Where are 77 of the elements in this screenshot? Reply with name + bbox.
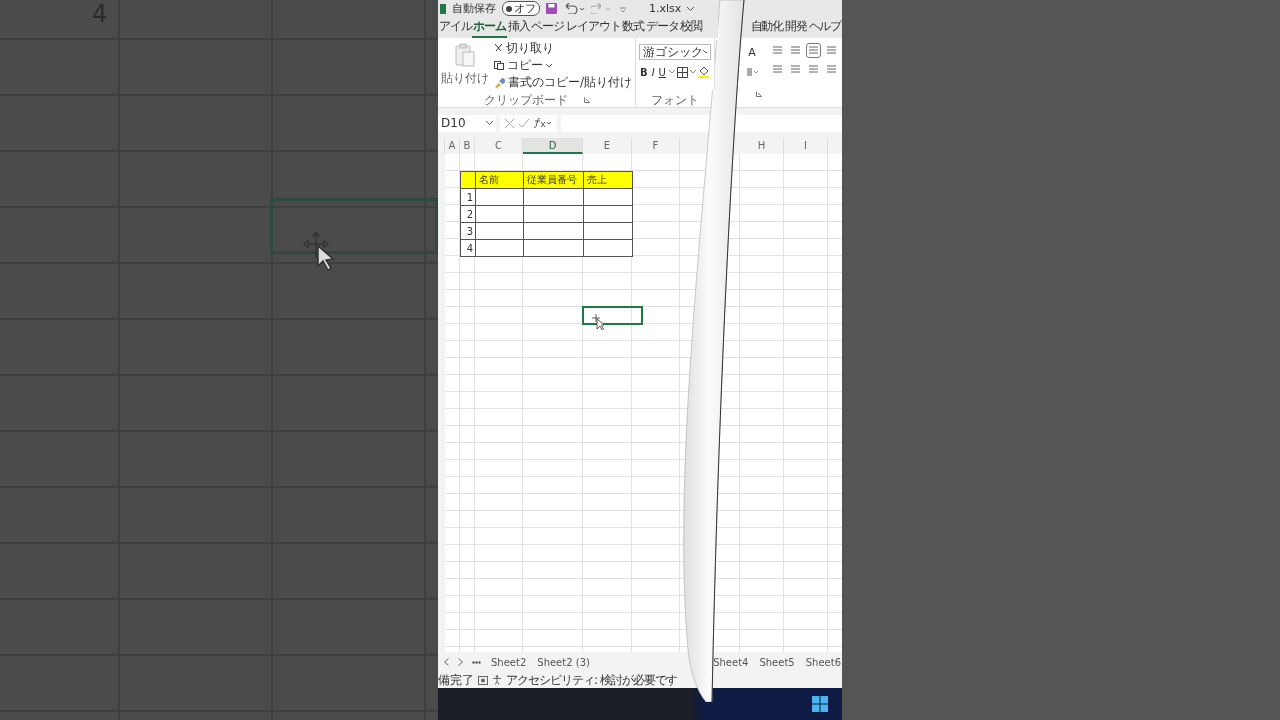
ribbon-tab[interactable]: データ <box>645 17 680 38</box>
dialog-launcher-icon[interactable] <box>583 97 590 103</box>
check-icon[interactable] <box>519 118 529 128</box>
ribbon-tab[interactable]: 校閲 <box>679 17 704 38</box>
macro-record-icon[interactable] <box>478 675 488 685</box>
group-label: フォント <box>651 91 699 109</box>
redo-icon[interactable] <box>591 3 613 14</box>
paste-button[interactable]: 貼り付け <box>441 70 489 87</box>
table-cell: 名前 <box>475 171 524 189</box>
cut-button[interactable]: 切り取り <box>506 40 554 57</box>
file-name[interactable]: 1.xlsx <box>649 2 682 15</box>
copy-icon[interactable] <box>494 61 504 70</box>
sheet-tab[interactable]: Sheet4 <box>712 654 750 670</box>
dialog-launcher-icon[interactable] <box>756 91 762 97</box>
copy-button[interactable]: コピー <box>507 57 543 74</box>
bold-button[interactable]: B <box>639 66 649 78</box>
ribbon-tab[interactable]: 自動化 <box>749 17 784 38</box>
italic-button[interactable]: I <box>650 66 656 78</box>
previous-sheet-icon[interactable] <box>444 658 449 666</box>
caret-icon[interactable] <box>689 70 696 74</box>
fill-color-icon[interactable] <box>697 66 709 78</box>
increase-font-button[interactable]: A <box>748 46 756 59</box>
cursor-icon <box>592 314 604 330</box>
cancel-icon[interactable] <box>505 118 514 128</box>
align-icon[interactable] <box>789 44 802 57</box>
next-sheet-icon[interactable] <box>458 658 463 666</box>
accessibility-icon[interactable] <box>492 675 502 685</box>
scissors-icon[interactable] <box>494 44 503 53</box>
selected-cell-outline[interactable] <box>582 306 643 325</box>
table-cell: 従業員番号 <box>523 171 584 189</box>
accessibility-status[interactable]: アクセシビリティ: 検討が必要です <box>506 671 677 689</box>
table-cell: 売上 <box>583 171 633 189</box>
align-icon[interactable] <box>789 63 802 76</box>
page-curl-drawing <box>715 40 743 90</box>
customize-icon[interactable] <box>619 4 627 13</box>
app-logo-icon <box>440 3 446 14</box>
caret-icon[interactable] <box>668 70 675 74</box>
group-label: クリップボード <box>483 91 568 109</box>
align-icon[interactable] <box>771 44 784 57</box>
page-curl-drawing <box>706 90 741 130</box>
format-painter-button[interactable]: 書式のコピー/貼り付け <box>508 74 633 91</box>
align-icon[interactable] <box>825 63 838 76</box>
underline-button[interactable]: U <box>657 66 667 78</box>
align-icon[interactable] <box>771 63 784 76</box>
undo-icon[interactable] <box>563 3 585 14</box>
ribbon-tab[interactable]: 開発 <box>784 17 808 38</box>
align-icon[interactable] <box>807 63 820 76</box>
start-icon[interactable] <box>812 696 828 712</box>
caret-icon <box>486 121 493 125</box>
sheet-tab[interactable]: Sheet6 <box>804 654 842 670</box>
more-icon[interactable] <box>472 660 481 664</box>
formula-field[interactable] <box>561 114 842 132</box>
autosave-toggle[interactable]: オフ <box>502 1 540 16</box>
name-box[interactable]: D10 <box>438 114 496 132</box>
page-curl-drawing <box>718 0 745 40</box>
caret-icon[interactable] <box>687 6 695 11</box>
status-text: 備完了 <box>438 671 474 689</box>
function-icon[interactable] <box>534 118 552 128</box>
ribbon-tab[interactable]: 挿入 <box>506 17 531 38</box>
caret-icon <box>703 50 707 54</box>
align-icon[interactable] <box>807 44 820 57</box>
autosave-label: 自動保存 <box>452 2 496 15</box>
sheet-tab[interactable]: Sheet2 <box>490 654 528 670</box>
borders-icon[interactable] <box>676 66 688 78</box>
align-icon[interactable] <box>825 44 838 57</box>
ribbon-tab[interactable]: アイル <box>438 17 473 38</box>
sheet-tab[interactable]: Sheet5 <box>758 654 796 670</box>
phonetic-icon[interactable] <box>746 67 758 77</box>
caret-icon[interactable] <box>546 63 552 68</box>
ribbon-tab[interactable]: 数式 <box>621 17 646 38</box>
sheet-tab[interactable]: Sheet2 (3) <box>536 654 591 670</box>
font-name-field[interactable]: 游ゴシック <box>639 44 711 60</box>
ribbon-tab[interactable]: ヘルプ <box>807 17 842 38</box>
brush-icon[interactable] <box>494 77 505 88</box>
ribbon-tab[interactable]: ページ レイアウト <box>530 17 622 38</box>
save-icon[interactable] <box>546 3 557 14</box>
column-header[interactable]: D <box>523 138 583 154</box>
